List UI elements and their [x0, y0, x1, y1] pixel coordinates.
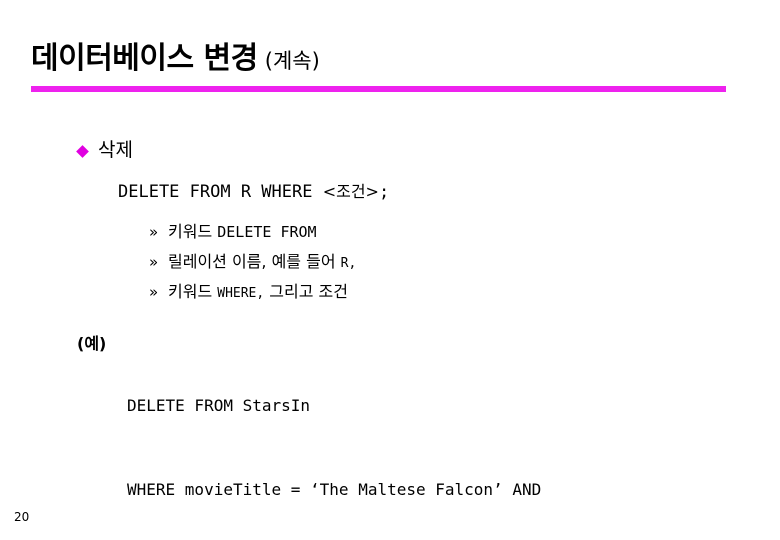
sub-bullet-text-suffix: 그리고 조건 [264, 282, 348, 301]
page-title-main: 데이터베이스 변경 [31, 41, 258, 76]
sub-bullet-marker-icon: » [149, 223, 159, 241]
sub-bullet-item: » 릴레이션 이름, 예를 들어 R, [149, 248, 356, 278]
example-sql-block: DELETE FROM StarsIn WHERE movieTitle = ‘… [127, 336, 638, 540]
sub-bullet-item: » 키워드 DELETE FROM [149, 218, 356, 248]
sql-syntax-condition: <조건> [322, 182, 379, 201]
sql-syntax-line: DELETE FROM R WHERE <조건>; [118, 184, 389, 201]
sub-bullet-item: » 키워드 WHERE, 그리고 조건 [149, 278, 356, 308]
sql-syntax-keywords: DELETE FROM R WHERE [118, 182, 323, 202]
bullet-item-delete: 삭제 [76, 139, 133, 161]
sub-bullet-text: 키워드 DELETE FROM [168, 218, 317, 242]
page-title-continuation: (계속) [264, 49, 320, 73]
sub-bullet-keyword: WHERE, [217, 286, 265, 301]
title-underline-rule [31, 86, 726, 92]
sub-bullet-text: 릴레이션 이름, 예를 들어 R, [168, 248, 356, 272]
page-title: 데이터베이스 변경 (계속) [31, 44, 320, 74]
sub-bullet-list: » 키워드 DELETE FROM » 릴레이션 이름, 예를 들어 R, » … [149, 218, 356, 308]
page-number: 20 [14, 510, 30, 524]
example-sql-line: WHERE movieTitle = ‘The Maltese Falcon’ … [127, 480, 542, 499]
sub-bullet-text-prefix: 릴레이션 이름, 예를 들어 [168, 252, 341, 271]
sub-bullet-marker-icon: » [149, 283, 159, 301]
example-label: (예) [77, 334, 107, 353]
sub-bullet-keyword: R, [340, 256, 357, 271]
sub-bullet-text-prefix: 키워드 [168, 222, 218, 241]
example-sql-line: DELETE FROM StarsIn [127, 396, 311, 415]
sub-bullet-text: 키워드 WHERE, 그리고 조건 [168, 278, 348, 302]
sql-syntax-terminator: ; [378, 182, 390, 202]
slide-canvas: 데이터베이스 변경 (계속) 삭제 DELETE FROM R WHERE <조건… [0, 0, 780, 540]
sub-bullet-keyword: DELETE FROM [217, 223, 317, 241]
sub-bullet-marker-icon: » [149, 253, 159, 271]
diamond-bullet-icon [76, 145, 89, 158]
sub-bullet-text-prefix: 키워드 [168, 282, 218, 301]
bullet-item-label: 삭제 [98, 139, 133, 161]
